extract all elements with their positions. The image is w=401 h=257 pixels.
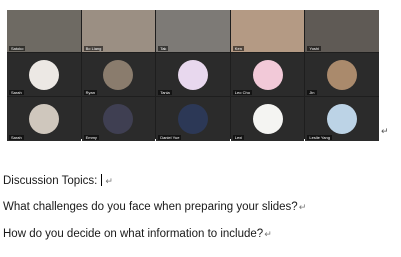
paragraph-mark: ↵	[298, 202, 307, 212]
participant-name: Lexi	[232, 135, 245, 140]
participant-video	[177, 104, 208, 134]
participant-tile[interactable]: Lexi	[230, 97, 305, 141]
participant-video	[177, 59, 208, 90]
participant-name: Leslie Yang	[307, 135, 332, 140]
doc-line-2[interactable]: What challenges do you face when prepari…	[3, 201, 306, 213]
participant-tile[interactable]: Emmy	[81, 97, 156, 141]
doc-line-3[interactable]: How do you decide on what information to…	[3, 228, 272, 240]
doc-line-1[interactable]: Discussion Topics: ↵	[3, 174, 113, 187]
participant-tile[interactable]: Satoko	[7, 10, 81, 52]
text-caret	[101, 174, 103, 186]
participant-tile[interactable]: Jin	[305, 53, 379, 96]
participant-tile[interactable]: Daniel Yue	[156, 97, 230, 141]
participant-name: Tania	[158, 90, 172, 95]
participant-name: Sarah	[9, 90, 24, 95]
participant-name: Ken	[232, 46, 244, 51]
participant-name: Emmy	[83, 135, 99, 140]
participant-video	[327, 59, 358, 90]
participant-tile[interactable]: Ken	[230, 10, 305, 52]
participant-video	[252, 59, 283, 90]
participant-video	[103, 59, 134, 90]
doc-line-1-text: Discussion Topics:	[3, 175, 98, 187]
participant-tile[interactable]: Sarah	[7, 53, 81, 96]
video-grid: Satoko Bo Liang Tak Ken Yoshi Sarah Ryan Tania L…	[7, 10, 379, 141]
paragraph-mark: ↵	[264, 229, 272, 239]
participant-name: Bo Liang	[83, 46, 104, 51]
participant-video	[28, 104, 59, 134]
participant-tile[interactable]: Bo Liang	[81, 10, 156, 52]
participant-name: Daniel Yue	[158, 135, 182, 140]
paragraph-mark: ↵	[105, 176, 113, 186]
participant-name: Sarah	[9, 135, 24, 140]
participant-tile[interactable]: Ryan	[81, 53, 156, 96]
doc-line-2-text: What challenges do you face when prepari…	[3, 201, 298, 213]
participant-video	[327, 104, 358, 134]
participant-tile[interactable]: Yoshi	[305, 10, 379, 52]
participant-video	[28, 59, 59, 90]
paragraph-mark: ↵	[381, 126, 389, 136]
participant-name: Ryan	[83, 90, 97, 95]
participant-tile[interactable]: Leslie Yang	[305, 97, 379, 141]
participant-name: Satoko	[9, 46, 26, 51]
participant-tile[interactable]: Sarah	[7, 97, 81, 141]
participant-tile[interactable]: Tak	[156, 10, 230, 52]
doc-line-3-text: How do you decide on what information to…	[3, 228, 264, 240]
participant-name: Leo Cho	[232, 90, 252, 95]
participant-name: Yoshi	[307, 46, 322, 51]
participant-name: Jin	[307, 90, 317, 95]
participant-video	[103, 104, 134, 134]
participant-name: Tak	[158, 46, 169, 51]
participant-tile[interactable]: Leo Cho	[230, 53, 305, 96]
participant-video	[252, 104, 283, 134]
participant-tile[interactable]: Tania	[156, 53, 230, 96]
